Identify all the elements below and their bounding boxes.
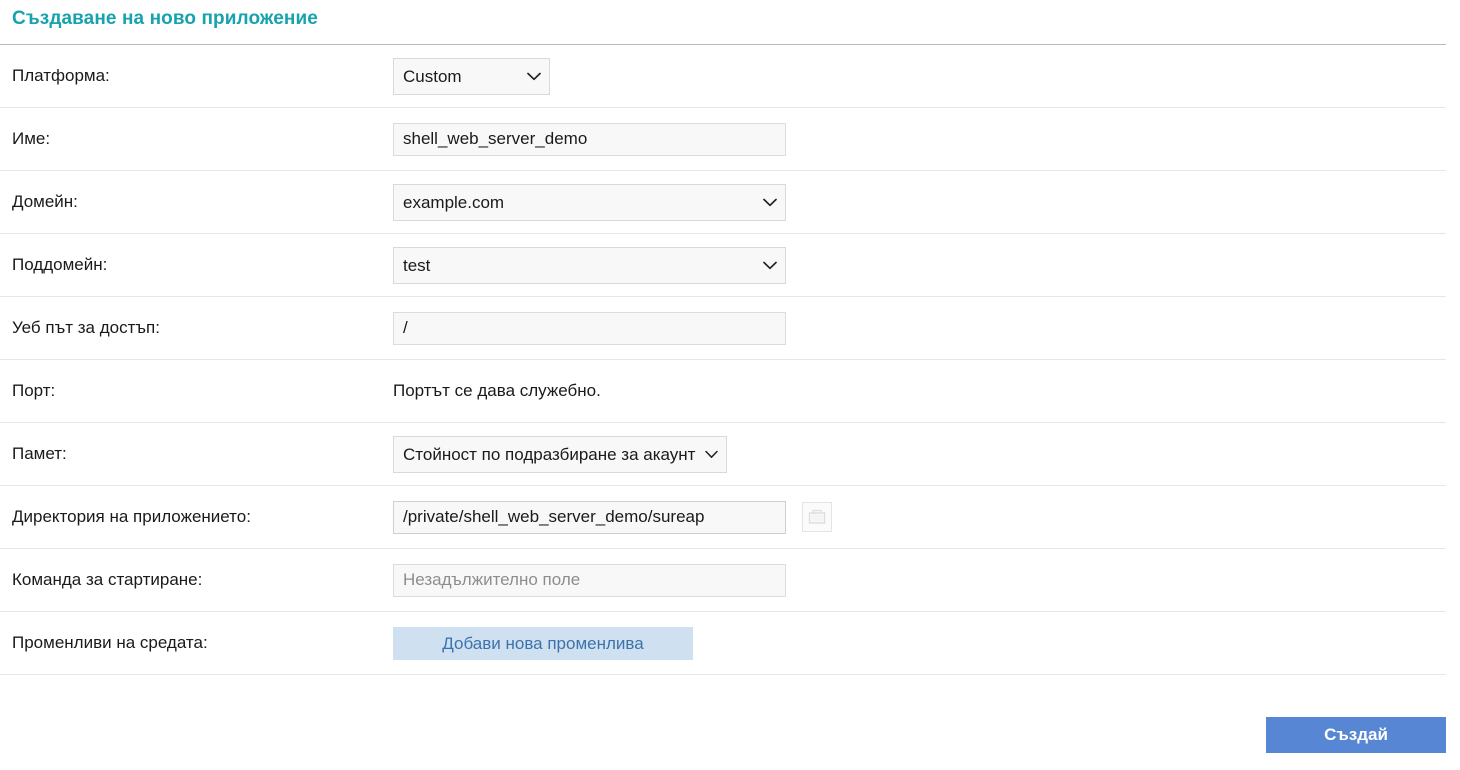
subdomain-select-value: test — [403, 255, 431, 275]
chevron-down-icon — [705, 450, 719, 459]
label-name: Име: — [12, 129, 51, 148]
page-title: Създаване на ново приложение — [12, 8, 318, 29]
domain-select[interactable]: example.com — [393, 183, 786, 221]
memory-select-value: Стойност по подразбиране за акаунт — [403, 444, 696, 464]
field-web-path — [393, 311, 1446, 345]
form-row-app-directory: Директория на приложението: — [0, 486, 1446, 549]
app-directory-input[interactable] — [393, 500, 786, 534]
label-app-directory: Директория на приложението: — [12, 507, 251, 526]
platform-select-value: Custom — [403, 66, 462, 86]
form-row-env-variables: Променливи на средата: Добави нова проме… — [0, 612, 1446, 675]
field-domain: example.com — [393, 183, 1446, 221]
create-button[interactable]: Създай — [1266, 717, 1446, 753]
field-subdomain: test — [393, 246, 1446, 284]
field-name — [393, 122, 1446, 156]
name-input[interactable] — [393, 122, 786, 156]
label-memory: Памет: — [12, 444, 67, 463]
form-row-subdomain: Поддомейн: test — [0, 234, 1446, 297]
chevron-down-icon — [749, 261, 777, 270]
form-row-web-path: Уеб път за достъп: — [0, 297, 1446, 360]
field-env-variables: Добави нова променлива — [393, 626, 1446, 660]
field-start-command — [393, 563, 1446, 597]
label-subdomain: Поддомейн: — [12, 255, 108, 274]
platform-select[interactable]: Custom — [393, 57, 550, 95]
field-app-directory — [393, 500, 1446, 534]
label-start-command: Команда за стартиране: — [12, 570, 203, 589]
label-domain: Домейн: — [12, 192, 78, 211]
memory-select[interactable]: Стойност по подразбиране за акаунт — [393, 435, 728, 473]
create-application-page: Създаване на ново приложение Платформа: … — [0, 0, 1460, 770]
label-web-path: Уеб път за достъп: — [12, 318, 160, 337]
form-row-domain: Домейн: example.com — [0, 171, 1446, 234]
form-footer: Създай — [0, 710, 1446, 770]
chevron-down-icon — [749, 198, 777, 207]
field-memory: Стойност по подразбиране за акаунт — [393, 435, 1446, 473]
form-row-platform: Платформа: Custom — [0, 45, 1446, 108]
form-row-name: Име: — [0, 108, 1446, 171]
chevron-down-icon — [513, 72, 541, 81]
field-port: Портът се дава служебно. — [393, 381, 1446, 401]
browse-directory-button[interactable] — [802, 502, 832, 532]
port-note: Портът се дава служебно. — [393, 381, 601, 400]
form-row-start-command: Команда за стартиране: — [0, 549, 1446, 612]
form-row-port: Порт: Портът се дава служебно. — [0, 360, 1446, 423]
form-row-memory: Памет: Стойност по подразбиране за акаун… — [0, 423, 1446, 486]
start-command-input[interactable] — [393, 563, 786, 597]
add-env-variable-button[interactable]: Добави нова променлива — [393, 626, 693, 660]
subdomain-select[interactable]: test — [393, 246, 786, 284]
create-application-form: Платформа: Custom Име: Домейн: — [0, 45, 1446, 675]
label-platform: Платформа: — [12, 66, 110, 85]
field-platform: Custom — [393, 57, 1446, 95]
web-path-input[interactable] — [393, 311, 786, 345]
domain-select-value: example.com — [403, 192, 505, 212]
folder-icon — [808, 509, 826, 525]
label-env-variables: Променливи на средата: — [12, 633, 208, 652]
label-port: Порт: — [12, 381, 56, 400]
